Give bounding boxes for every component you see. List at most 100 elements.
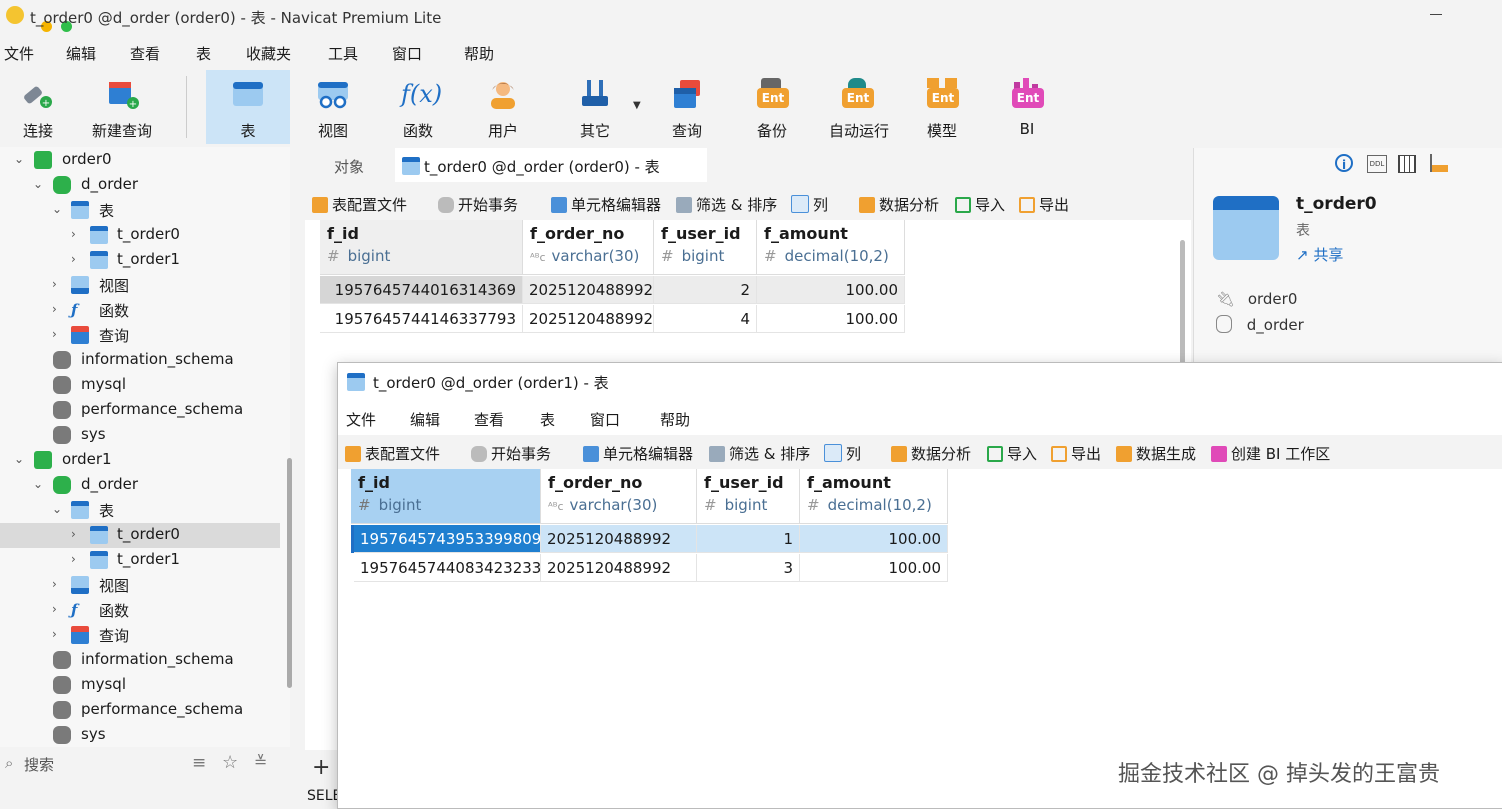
create-bi-workspace-button[interactable]: 创建 BI 工作区 (1211, 443, 1330, 464)
tree-table-t-order0-selected[interactable]: › t_order0 (0, 523, 280, 548)
info-icon[interactable]: i (1335, 154, 1353, 172)
cell-f-id[interactable]: 1957645744083423233 (354, 554, 541, 582)
import-button[interactable]: 导入 (955, 194, 1005, 215)
menu-favorites[interactable]: 收藏夹 (246, 43, 291, 64)
columns-button[interactable]: 列 (824, 443, 861, 464)
win2-menu-view[interactable]: 查看 (474, 409, 504, 430)
column-header-f-user-id[interactable]: f_user_id # bigint (654, 220, 757, 275)
cell-f-id[interactable]: 1957645744016314369 (320, 276, 523, 304)
filter-icon[interactable]: ≡ (192, 753, 206, 773)
tree-schema-performance[interactable]: performance_schema (0, 398, 280, 423)
tree-tables-folder[interactable]: ⌄ 表 (0, 198, 280, 223)
chevron-down-icon[interactable]: ⌄ (52, 202, 64, 216)
chart-ent-icon[interactable] (1430, 154, 1448, 172)
connect-button[interactable]: + 连接 (0, 70, 76, 144)
tree-schema-mysql[interactable]: mysql (0, 373, 280, 398)
cell-f-order-no[interactable]: 2025120488992 (541, 554, 697, 582)
user-button[interactable]: 用户 (461, 70, 545, 144)
tree-table-t-order1[interactable]: › t_order1 (0, 248, 280, 273)
columns-button[interactable]: 列 (791, 194, 828, 215)
cell-editor-button[interactable]: 单元格编辑器 (551, 194, 661, 215)
tree-table-t-order1[interactable]: › t_order1 (0, 548, 280, 573)
tree-functions[interactable]: › ƒ 函数 (0, 298, 280, 323)
grid-scrollbar[interactable] (1180, 240, 1185, 370)
chevron-down-icon[interactable]: ⌄ (33, 477, 45, 491)
cell-f-order-no[interactable]: 2025120488992 (523, 276, 654, 304)
column-header-f-user-id[interactable]: f_user_id # bigint (697, 469, 800, 524)
column-header-f-amount[interactable]: f_amount # decimal(10,2) (800, 469, 948, 524)
begin-transaction-button[interactable]: 开始事务 (438, 194, 518, 215)
chevron-right-icon[interactable]: › (52, 602, 64, 616)
menu-tools[interactable]: 工具 (328, 43, 358, 64)
sidebar-scrollbar[interactable] (287, 458, 292, 688)
tree-schema-information[interactable]: information_schema (0, 348, 280, 373)
chevron-right-icon[interactable]: › (52, 302, 64, 316)
tab-objects[interactable]: 对象 (334, 156, 364, 177)
cell-f-amount[interactable]: 100.00 (757, 276, 905, 304)
column-header-f-amount[interactable]: f_amount # decimal(10,2) (757, 220, 905, 275)
chevron-down-icon[interactable]: ⌄ (14, 452, 26, 466)
win2-menu-help[interactable]: 帮助 (660, 409, 690, 430)
data-generation-button[interactable]: 数据生成 (1116, 443, 1196, 464)
begin-transaction-button[interactable]: 开始事务 (471, 443, 551, 464)
bi-button[interactable]: Ent BI (985, 70, 1069, 144)
chevron-down-icon[interactable]: ⌄ (33, 177, 45, 191)
table-profile-button[interactable]: 表配置文件 (345, 443, 440, 464)
menu-window[interactable]: 窗口 (392, 43, 422, 64)
tree-functions[interactable]: › ƒ 函数 (0, 598, 280, 623)
star-icon[interactable]: ☆ (222, 752, 238, 773)
table-button[interactable]: 表 (206, 70, 290, 144)
tree-tables-folder[interactable]: ⌄ 表 (0, 498, 280, 523)
chevron-right-icon[interactable]: › (71, 227, 83, 241)
menu-file[interactable]: 文件 (4, 43, 34, 64)
share-link[interactable]: ↗ 共享 (1296, 244, 1343, 265)
tree-schema-sys[interactable]: sys (0, 723, 280, 748)
tree-table-t-order0[interactable]: › t_order0 (0, 223, 280, 248)
tree-connection-order1[interactable]: ⌄ order1 (0, 448, 280, 473)
chevron-right-icon[interactable]: › (52, 327, 64, 341)
menu-table[interactable]: 表 (196, 43, 211, 64)
cell-f-amount[interactable]: 100.00 (800, 554, 948, 582)
tree-views[interactable]: › 视图 (0, 273, 280, 298)
chevron-down-icon[interactable]: ⌄ (52, 502, 64, 516)
function-button[interactable]: f(x) 函数 (376, 70, 460, 144)
win2-menu-edit[interactable]: 编辑 (410, 409, 440, 430)
add-button[interactable]: + (312, 755, 330, 780)
tree-db-d-order[interactable]: ⌄ d_order (0, 473, 280, 498)
menu-help[interactable]: 帮助 (464, 43, 494, 64)
view-button[interactable]: 视图 (291, 70, 375, 144)
cell-f-id-selected[interactable]: 1957645743953399809 (354, 525, 541, 553)
sidebar-search[interactable]: ⌕ 搜索 ≡ ☆ ≚ (0, 750, 290, 778)
win2-menu-window[interactable]: 窗口 (590, 409, 620, 430)
chevron-right-icon[interactable]: › (71, 252, 83, 266)
filter-sort-button[interactable]: 筛选 & 排序 (676, 194, 777, 215)
cell-f-amount[interactable]: 100.00 (757, 305, 905, 333)
columns-icon[interactable] (1398, 155, 1416, 173)
export-button[interactable]: 导出 (1051, 443, 1101, 464)
chevron-right-icon[interactable]: › (52, 277, 64, 291)
cell-editor-button[interactable]: 单元格编辑器 (583, 443, 693, 464)
tree-schema-performance[interactable]: performance_schema (0, 698, 280, 723)
chevron-right-icon[interactable]: › (71, 527, 83, 541)
backup-button[interactable]: Ent 备份 (730, 70, 814, 144)
query-button[interactable]: 查询 (645, 70, 729, 144)
tree-views[interactable]: › 视图 (0, 573, 280, 598)
column-header-f-id[interactable]: f_id # bigint (320, 220, 523, 275)
column-header-f-order-no[interactable]: f_order_no ᴬᴮc varchar(30) (523, 220, 654, 275)
tree-connection-order0[interactable]: ⌄ order0 (0, 148, 280, 173)
cell-f-amount[interactable]: 100.00 (800, 525, 948, 553)
chevron-right-icon[interactable]: › (52, 627, 64, 641)
ddl-icon[interactable]: DDL (1367, 155, 1387, 173)
import-button[interactable]: 导入 (987, 443, 1037, 464)
tree-schema-information[interactable]: information_schema (0, 648, 280, 673)
chevron-down-icon[interactable]: ⌄ (14, 152, 26, 166)
data-analysis-button[interactable]: 数据分析 (891, 443, 971, 464)
win2-menu-file[interactable]: 文件 (346, 409, 376, 430)
tree-schema-sys[interactable]: sys (0, 423, 280, 448)
cell-f-user-id[interactable]: 2 (654, 276, 757, 304)
collapse-icon[interactable]: ≚ (254, 752, 267, 771)
menu-view[interactable]: 查看 (130, 43, 160, 64)
tree-schema-mysql[interactable]: mysql (0, 673, 280, 698)
export-button[interactable]: 导出 (1019, 194, 1069, 215)
chevron-right-icon[interactable]: › (52, 577, 64, 591)
